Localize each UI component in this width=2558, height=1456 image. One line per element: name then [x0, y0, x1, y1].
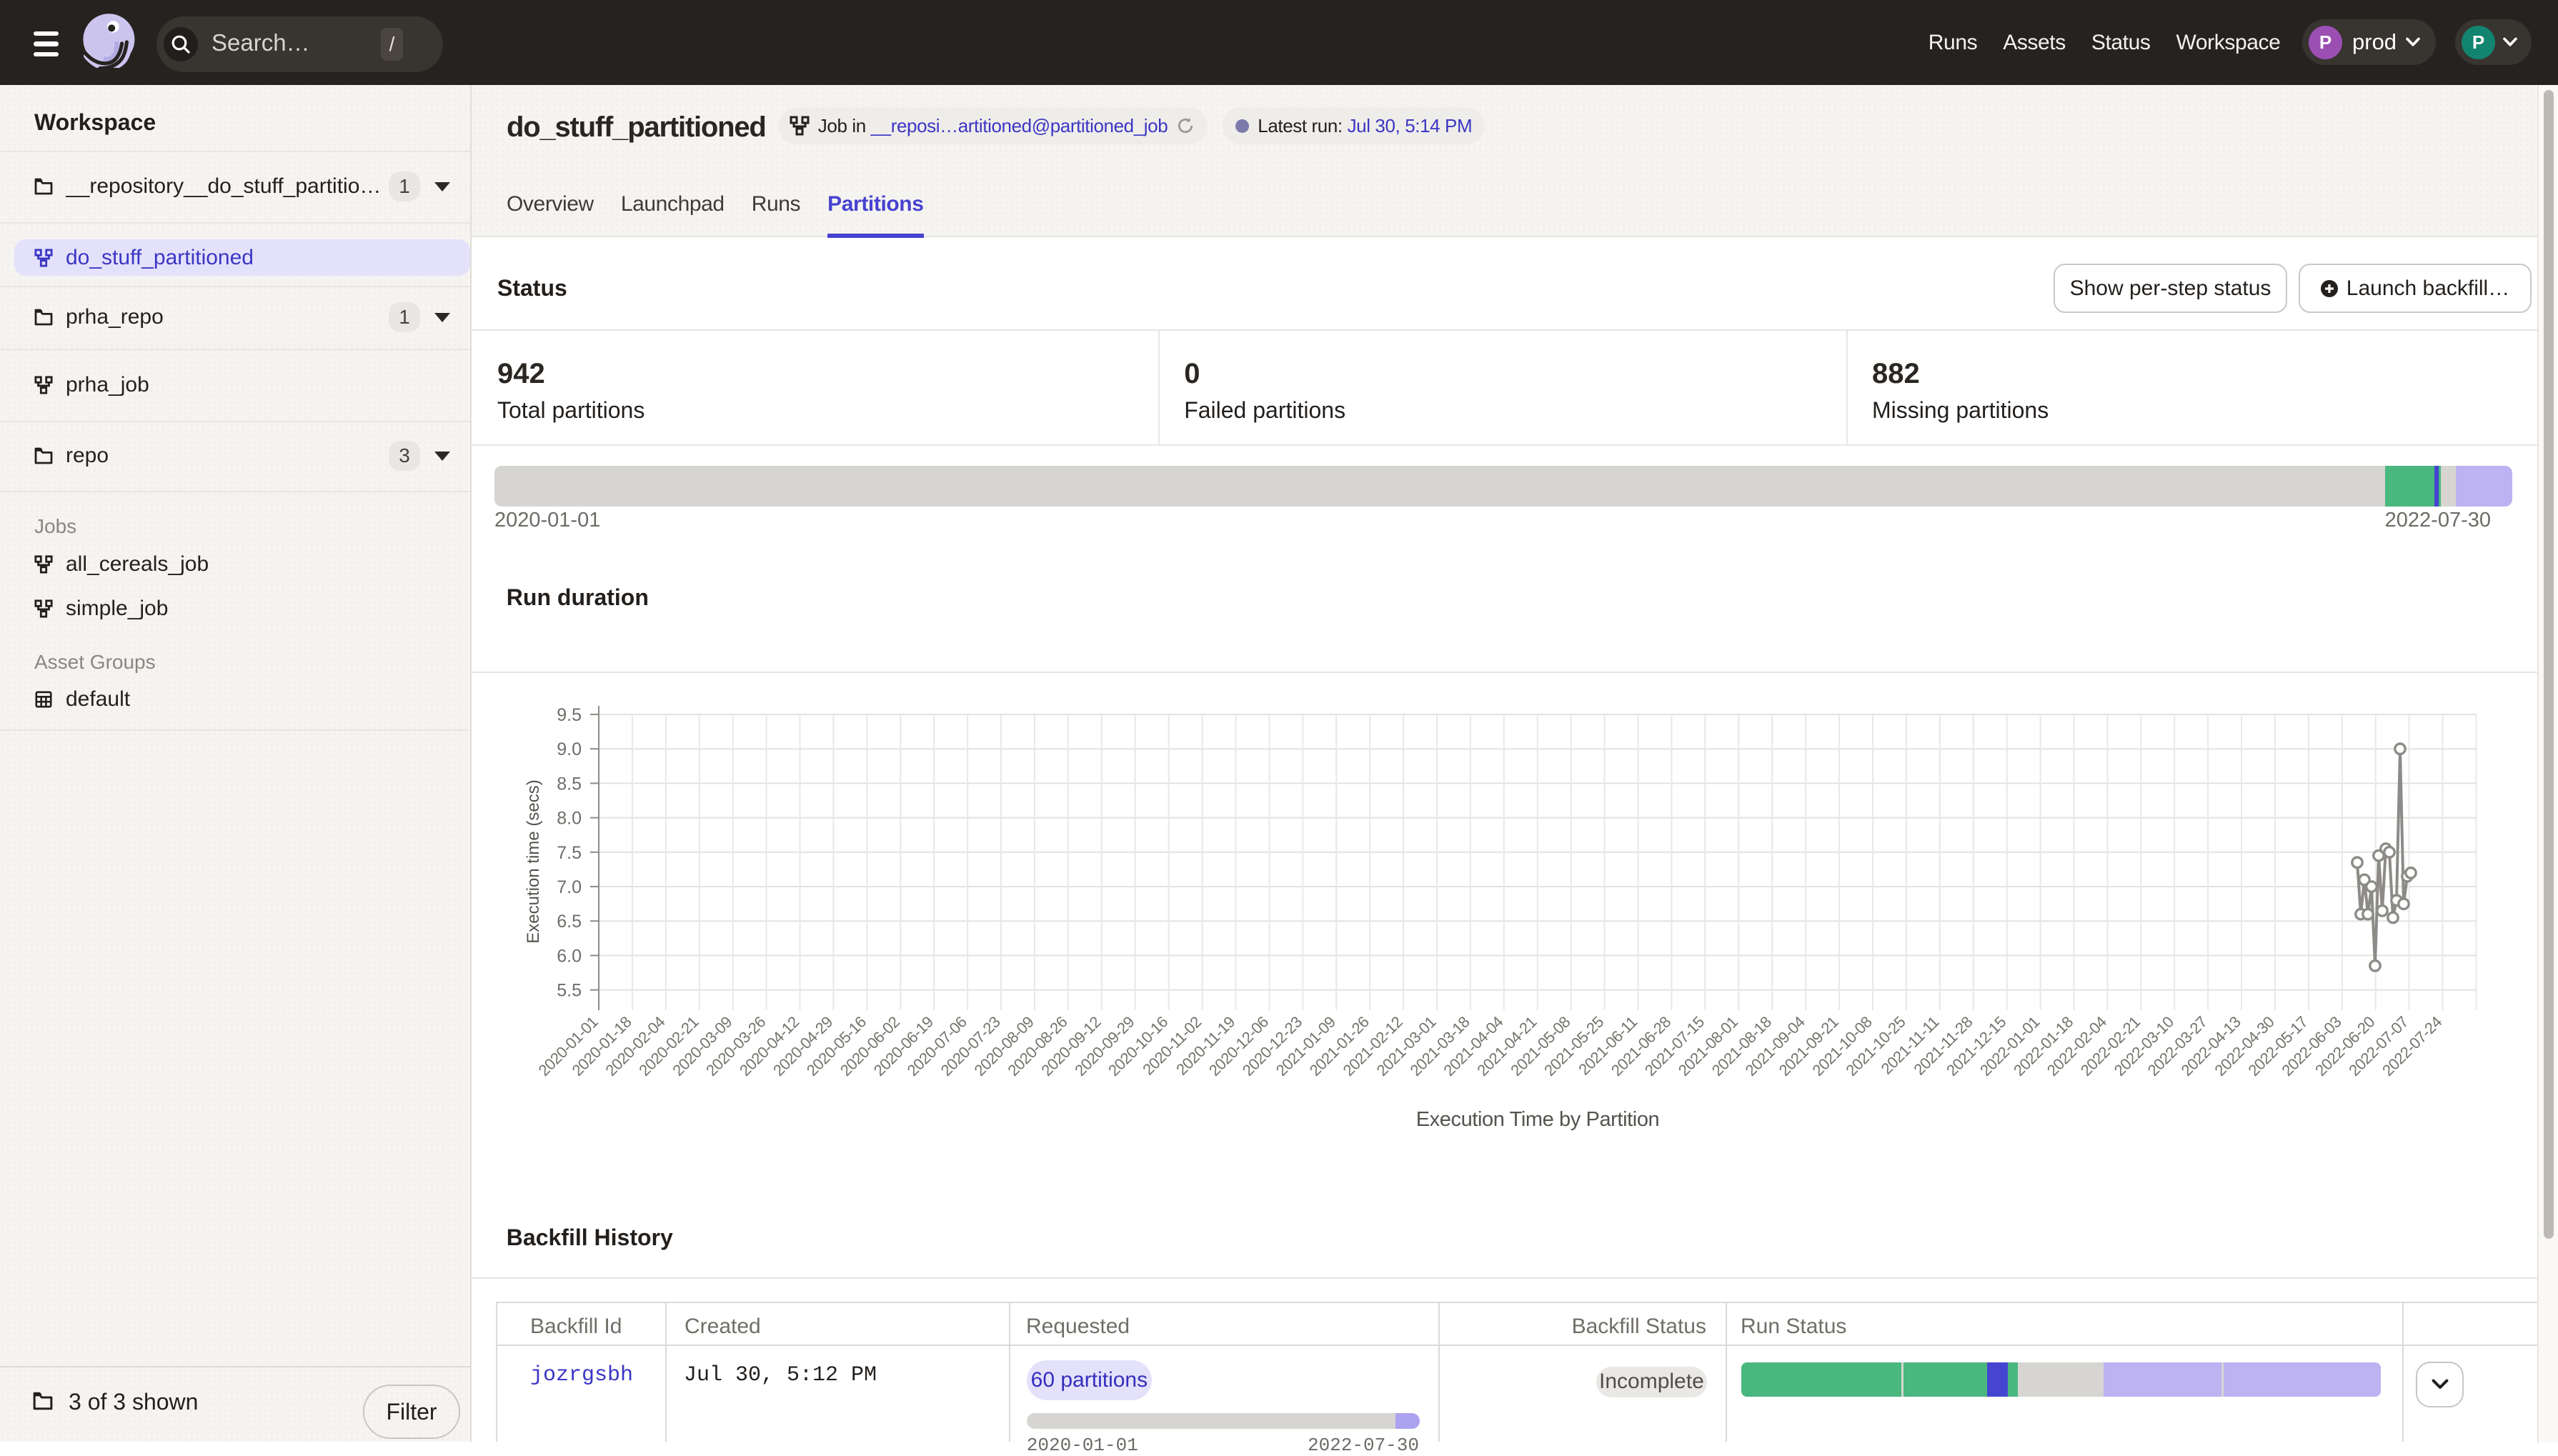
svg-text:6.5: 6.5	[557, 912, 582, 932]
svg-text:Execution time (secs): Execution time (secs)	[524, 779, 543, 943]
svg-text:7.5: 7.5	[557, 843, 582, 863]
svg-text:7.0: 7.0	[557, 877, 582, 897]
svg-text:9.5: 9.5	[557, 705, 582, 725]
svg-text:9.0: 9.0	[557, 739, 582, 759]
svg-text:5.5: 5.5	[557, 981, 582, 1001]
svg-text:6.0: 6.0	[557, 946, 582, 966]
svg-text:8.0: 8.0	[557, 809, 582, 829]
svg-text:8.5: 8.5	[557, 774, 582, 794]
svg-text:Execution Time by Partition: Execution Time by Partition	[1416, 1108, 1660, 1131]
